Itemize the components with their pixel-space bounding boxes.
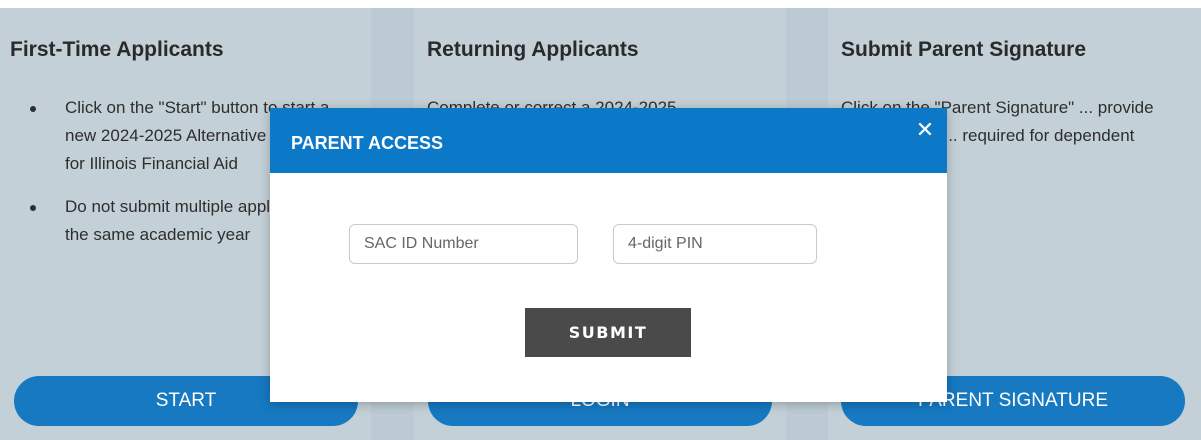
pin-input[interactable]: [613, 224, 817, 264]
modal-title: PARENT ACCESS: [291, 133, 444, 153]
modal-header: PARENT ACCESS ✕: [270, 108, 947, 173]
submit-button[interactable]: SUBMIT: [525, 308, 691, 357]
sac-id-input[interactable]: [349, 224, 578, 264]
parent-signature-heading: Submit Parent Signature: [841, 38, 1087, 61]
parent-access-modal: PARENT ACCESS ✕ SUBMIT: [270, 108, 947, 402]
returning-applicants-heading: Returning Applicants: [427, 38, 639, 61]
close-icon[interactable]: ✕: [913, 118, 937, 142]
first-time-applicants-heading: First-Time Applicants: [10, 38, 224, 61]
